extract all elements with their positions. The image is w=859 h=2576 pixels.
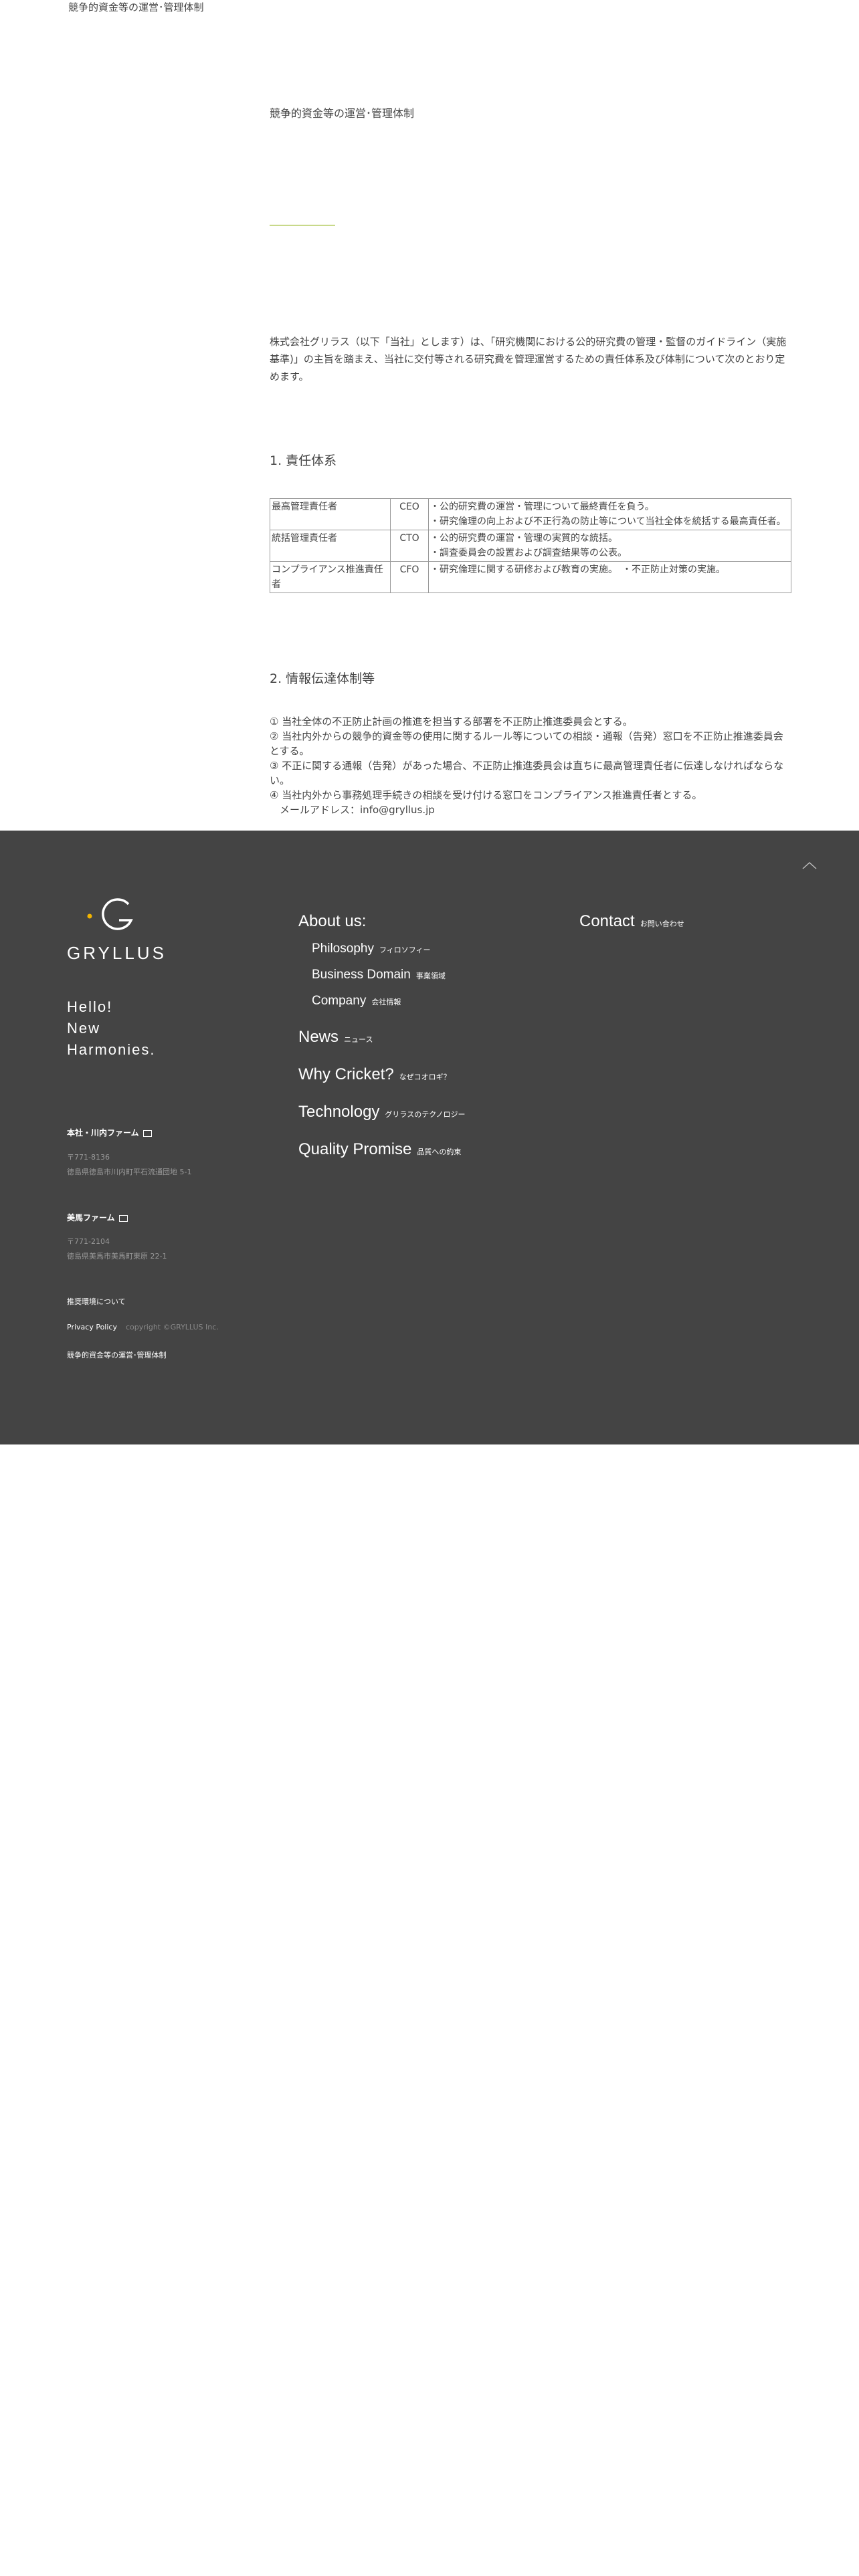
nav-business-domain[interactable]: Business Domain 事業領域: [312, 968, 446, 982]
page-title: 競争的資金等の運営･管理体制: [270, 107, 415, 120]
nav-news[interactable]: News ニュース: [298, 1028, 373, 1047]
nav-label: Why Cricket?: [298, 1065, 394, 1083]
nav-label: Quality Promise: [298, 1140, 412, 1158]
nav-about-label: About us:: [298, 912, 367, 930]
nav-label-jp: 会社情報: [371, 998, 401, 1006]
funding-management-link[interactable]: 競争的資金等の運営･管理体制: [67, 1350, 167, 1360]
nav-label-jp: なぜコオロギ？: [399, 1073, 451, 1081]
office-link-headquarters[interactable]: 本社・川内ファーム: [67, 1127, 152, 1138]
nav-why-cricket[interactable]: Why Cricket? なぜコオロギ？: [298, 1065, 451, 1084]
responsibility-table: 最高管理責任者 CEO ・公的研究費の運営・管理について最終責任を負う。 ・研究…: [270, 498, 791, 593]
postal-code: 〒771-8136: [67, 1153, 110, 1162]
communication-list: ① 当社全体の不正防止計画の推進を担当する部署を不正防止推進委員会とする。 ② …: [270, 714, 791, 817]
table-cell-duties: ・研究倫理に関する研修および教育の実施。 ・不正防止対策の実施。: [428, 561, 791, 593]
table-cell-title: CFO: [390, 561, 429, 593]
table-cell-title: CTO: [390, 530, 429, 562]
list-item: ① 当社全体の不正防止計画の推進を担当する部署を不正防止推進委員会とする。: [270, 716, 633, 728]
email-line[interactable]: メールアドレス：info@gryllus.jp: [270, 802, 791, 817]
office-address: 〒771-8136 徳島県徳島市川内町平石流通団地 5-1: [67, 1150, 191, 1180]
external-link-icon: [118, 1214, 128, 1222]
table-cell-role: コンプライアンス推進責任者: [270, 561, 391, 593]
tagline-line: New: [67, 1020, 101, 1037]
list-item: ③ 不正に関する通報（告発）があった場合、不正防止推進委員会は直ちに最高管理責任…: [270, 760, 784, 786]
nav-label-jp: お問い合わせ: [640, 920, 684, 928]
list-item: ② 当社内外からの競争的資金等の使用に関するルール等についての相談・通報（告発）…: [270, 730, 783, 757]
office-address: 〒771-2104 徳島県美馬市美馬町東原 22-1: [67, 1235, 167, 1264]
table-cell-duties: ・公的研究費の運営・管理の実質的な統括。 ・調査委員会の設置および調査結果等の公…: [428, 530, 791, 562]
nav-about[interactable]: About us:: [298, 912, 366, 931]
table-cell-role: 最高管理責任者: [270, 498, 391, 530]
office-name: 本社・川内ファーム: [67, 1128, 139, 1138]
logo-mark-icon: [87, 898, 133, 930]
office-name: 美馬ファーム: [67, 1213, 115, 1222]
nav-label-jp: グリラスのテクノロジー: [385, 1110, 466, 1119]
section-heading-communication: 2. 情報伝達体制等: [270, 671, 375, 686]
table-row: コンプライアンス推進責任者 CFO ・研究倫理に関する研修および教育の実施。 ・…: [270, 561, 791, 593]
intro-text: 株式会社グリラス（以下「当社」とします）は、｢研究機関における公的研究費の管理・…: [270, 336, 787, 383]
chevron-up-icon[interactable]: [802, 859, 817, 873]
nav-contact[interactable]: Contact お問い合わせ: [579, 912, 684, 931]
tagline-line: Harmonies.: [67, 1041, 156, 1058]
nav-philosophy[interactable]: Philosophy フィロソフィー: [312, 942, 431, 956]
duty-line: ・調査委員会の設置および調査結果等の公表。: [430, 548, 627, 558]
nav-label: Philosophy: [312, 942, 374, 956]
nav-label-jp: フィロソフィー: [379, 946, 431, 954]
nav-label: Technology: [298, 1103, 380, 1121]
postal-code: 〒771-2104: [67, 1237, 110, 1246]
nav-label-jp: ニュース: [344, 1035, 373, 1044]
nav-label-jp: 事業領域: [415, 972, 446, 980]
address-line: 徳島県美馬市美馬町東原 22-1: [67, 1252, 167, 1261]
breadcrumb: 競争的資金等の運営･管理体制: [68, 1, 204, 13]
privacy-policy-link[interactable]: Privacy Policy: [67, 1323, 117, 1331]
office-link-mima[interactable]: 美馬ファーム: [67, 1212, 128, 1223]
logo-text: GRYLLUS: [67, 943, 167, 963]
duty-line: ・公的研究費の運営・管理の実質的な統括。: [430, 533, 617, 544]
duty-line: ・研究倫理に関する研修および教育の実施。 ・不正防止対策の実施。: [430, 564, 725, 575]
nav-label: Business Domain: [312, 968, 411, 982]
nav-technology[interactable]: Technology グリラスのテクノロジー: [298, 1103, 466, 1121]
nav-label: News: [298, 1028, 339, 1046]
recommended-env-link[interactable]: 推奨環境について: [67, 1296, 126, 1307]
table-cell-duties: ・公的研究費の運営・管理について最終責任を負う。 ・研究倫理の向上および不正行為…: [428, 498, 791, 530]
external-link-icon: [142, 1130, 152, 1137]
section-heading-responsibility: 1. 責任体系: [270, 453, 337, 468]
duty-line: ・公的研究費の運営・管理について最終責任を負う。: [430, 502, 654, 512]
nav-label: Company: [312, 994, 367, 1008]
table-row: 統括管理責任者 CTO ・公的研究費の運営・管理の実質的な統括。 ・調査委員会の…: [270, 530, 791, 562]
nav-quality-promise[interactable]: Quality Promise 品質への約束: [298, 1140, 461, 1159]
table-row: 最高管理責任者 CEO ・公的研究費の運営・管理について最終責任を負う。 ・研究…: [270, 498, 791, 530]
table-cell-title: CEO: [390, 498, 429, 530]
copyright: copyright ©GRYLLUS Inc.: [126, 1323, 219, 1331]
nav-label-jp: 品質への約束: [417, 1148, 462, 1156]
list-item: ④ 当社内外から事務処理手続きの相談を受け付ける窓口をコンプライアンス推進責任者…: [270, 789, 702, 801]
duty-line: ・研究倫理の向上および不正行為の防止等について当社全体を統括する最高責任者。: [430, 516, 786, 527]
nav-label: Contact: [579, 912, 635, 930]
nav-company[interactable]: Company 会社情報: [312, 994, 401, 1008]
title-underline: [270, 225, 335, 226]
address-line: 徳島県徳島市川内町平石流通団地 5-1: [67, 1168, 192, 1176]
table-cell-role: 統括管理責任者: [270, 530, 391, 562]
gryllus-logo[interactable]: GRYLLUS: [67, 896, 167, 970]
tagline: Hello! New Harmonies.: [67, 996, 155, 1061]
site-footer: GRYLLUS Hello! New Harmonies. 本社・川内ファーム …: [0, 831, 859, 1444]
tagline-line: Hello!: [67, 998, 113, 1015]
